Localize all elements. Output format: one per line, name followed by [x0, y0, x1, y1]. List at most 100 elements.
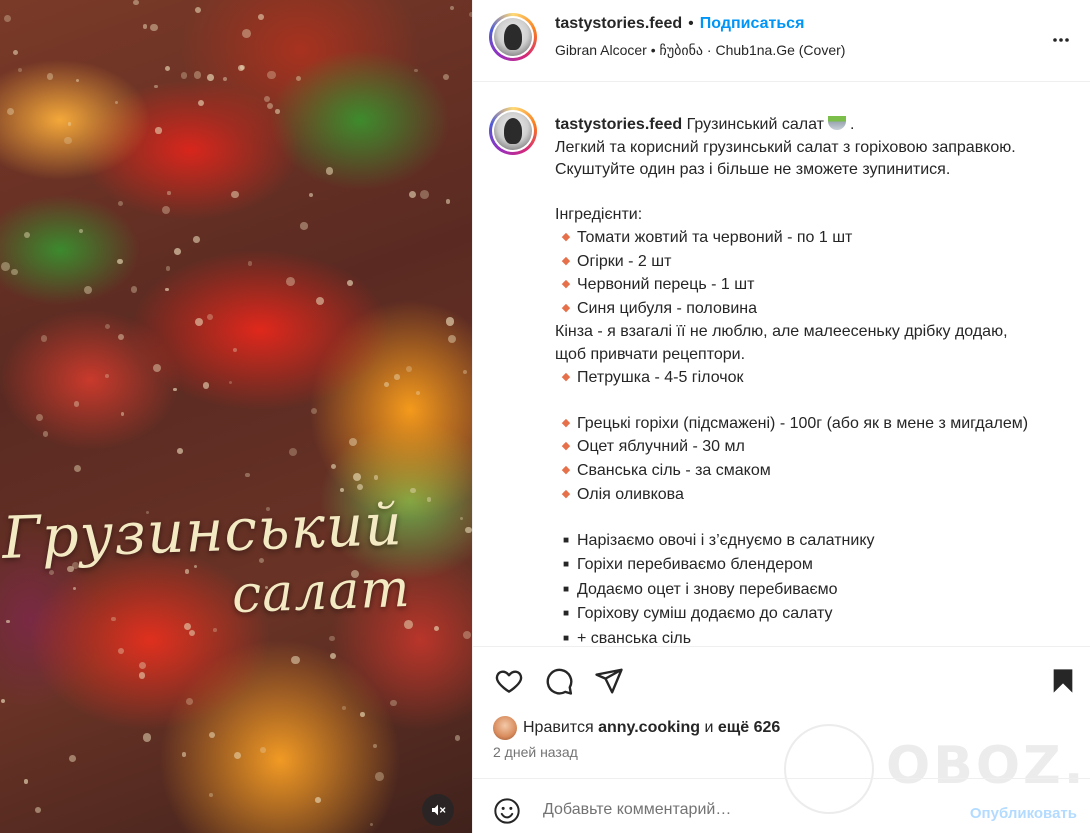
caption-line: ◆ Огірки - 2 шт [555, 251, 1080, 275]
nut-speck [329, 635, 335, 642]
nut-speck [35, 413, 43, 421]
nut-speck [260, 747, 266, 753]
nut-speck [239, 65, 245, 71]
nut-speck [448, 335, 457, 344]
caption-line-text: Кінза - я взагалі її не люблю, але малее… [555, 323, 1008, 341]
nut-speck [406, 366, 412, 372]
liker-username[interactable]: anny.cooking [598, 719, 700, 737]
like-button[interactable] [493, 665, 525, 697]
caption-line-text: Інгредієнти: [555, 206, 643, 224]
nut-speck [142, 24, 147, 29]
caption-line: ■ Нарізаємо овочі і з’єднуємо в салатнику [555, 530, 1080, 555]
save-button[interactable] [1047, 665, 1079, 697]
nut-speck [118, 648, 124, 655]
nut-speck [465, 527, 472, 534]
nut-speck [165, 266, 171, 272]
caption-line: ■ + сванська сіль [555, 628, 1080, 646]
nut-speck [150, 24, 158, 32]
caption-line-text: Огірки - 2 шт [577, 252, 672, 270]
muted-speaker-icon [432, 804, 446, 816]
nut-speck [449, 5, 455, 11]
nut-speck [193, 565, 198, 569]
nut-speck [40, 334, 48, 342]
caption-line-text: Скуштуйте один раз і більше не зможете з… [555, 161, 951, 179]
caption-line-text: Грецькі горіхи (підсмажені) - 100г (або … [577, 414, 1029, 432]
post-media[interactable]: Грузинський салат [0, 0, 472, 833]
nut-speck [374, 475, 379, 480]
post-caption: tastystories.feed Грузинський салат. Лег… [473, 83, 1090, 646]
caption-line-text: + сванська сіль [577, 630, 692, 646]
nut-speck [414, 68, 418, 73]
nut-speck [193, 71, 202, 80]
caption-line-text: Синя цибуля - половина [577, 299, 758, 317]
nut-speck [248, 261, 253, 266]
nut-speck [67, 122, 72, 126]
nut-speck [177, 448, 183, 454]
nut-speck [383, 381, 389, 387]
caption-author-avatar[interactable] [489, 107, 537, 155]
publish-button[interactable]: Опубликовать [970, 805, 1077, 822]
nut-speck [152, 363, 162, 373]
diamond-bullet-icon: ◆ [561, 230, 571, 243]
nut-speck [111, 616, 116, 622]
nut-speck [454, 735, 461, 742]
caption-line-text: Червоний перець - 1 шт [577, 276, 755, 294]
nut-speck [445, 317, 454, 326]
nut-speck [372, 743, 377, 748]
nut-speck [286, 276, 296, 286]
caption-line: ◆ Сванська сіль - за смаком [555, 460, 1080, 484]
nut-speck [104, 323, 111, 330]
share-button[interactable] [593, 665, 625, 697]
caption-line-text: Сванська сіль - за смаком [577, 461, 771, 479]
nut-speck [404, 620, 413, 629]
nut-speck [5, 619, 10, 624]
nut-speck [443, 74, 450, 81]
nut-speck [233, 348, 237, 352]
nut-speck [3, 15, 11, 22]
caption-lines: Легкий та корисний грузинський салат з г… [555, 137, 1080, 646]
comment-input[interactable] [543, 801, 923, 819]
nut-speck [347, 280, 353, 287]
author-username[interactable]: tastystories.feed [555, 15, 682, 33]
likes-count[interactable]: ещё 626 [718, 719, 780, 737]
nut-speck [46, 73, 54, 80]
audio-track-link[interactable]: Gibran Alcocer • ჩუბინა · Chub1na.Ge (Co… [555, 42, 845, 59]
emoji-picker-button[interactable] [493, 797, 521, 825]
nut-speck [325, 167, 334, 175]
nut-speck [193, 236, 200, 243]
nut-speck [173, 387, 177, 391]
nut-speck [445, 199, 451, 204]
nut-speck [6, 107, 15, 116]
nut-speck [330, 463, 336, 469]
diamond-bullet-icon: ◆ [561, 416, 571, 429]
comment-button[interactable] [543, 665, 575, 697]
nut-speck [234, 752, 242, 760]
nut-speck [167, 191, 171, 195]
nut-speck [105, 373, 110, 378]
nut-speck [330, 653, 337, 660]
nut-speck [275, 109, 280, 115]
caption-line: ◆ Петрушка - 4-5 гілочок [555, 367, 1080, 391]
nut-speck [165, 287, 169, 292]
nut-speck [164, 66, 170, 72]
nut-speck [409, 487, 416, 494]
post-actions [473, 646, 1090, 716]
media-overlay-title-line1: Грузинський [0, 490, 404, 572]
author-avatar[interactable] [489, 13, 537, 61]
nut-speck [245, 472, 250, 478]
post-timestamp[interactable]: 2 дней назад [493, 744, 578, 760]
caption-line-text: щоб привчати рецептори. [555, 345, 746, 363]
caption-line: ■ Додаємо оцет і знову перебиваємо [555, 579, 1080, 604]
nut-speck [241, 29, 251, 38]
diamond-bullet-icon: ◆ [561, 370, 571, 383]
diamond-bullet-icon: ◆ [561, 301, 571, 314]
follow-button[interactable]: Подписаться [700, 15, 805, 33]
nut-speck [35, 807, 42, 813]
more-options-button[interactable] [1049, 28, 1073, 52]
mute-button[interactable] [422, 794, 454, 826]
smiley-icon [494, 798, 520, 824]
caption-username[interactable]: tastystories.feed [555, 116, 682, 133]
likes-summary[interactable]: Нравится anny.cooking и ещё 626 [493, 716, 780, 740]
